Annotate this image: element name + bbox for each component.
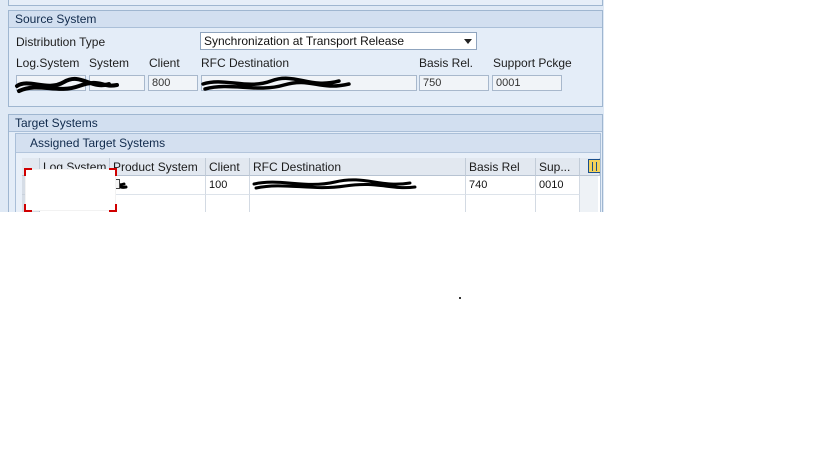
assigned-target-systems-title: Assigned Target Systems xyxy=(16,134,600,153)
empty-cell[interactable] xyxy=(536,195,580,212)
vertical-scrollbar[interactable] xyxy=(580,176,598,212)
column-header-rfc-destination[interactable]: RFC Destination xyxy=(250,158,466,176)
focus-corner xyxy=(24,168,32,176)
column-header-support[interactable]: Sup... xyxy=(536,158,580,176)
support-pckge-field[interactable]: 0001 xyxy=(492,75,562,91)
focus-corner xyxy=(109,168,117,176)
client-field[interactable]: 800 xyxy=(148,75,198,91)
client-label: Client xyxy=(149,56,180,70)
focused-cell-overlay[interactable] xyxy=(24,168,117,212)
cell-rfc-destination[interactable] xyxy=(250,176,466,195)
system-label: System xyxy=(89,56,130,70)
chevron-down-icon[interactable] xyxy=(464,39,472,44)
basis-rel-field[interactable]: 750 xyxy=(419,75,489,91)
distribution-type-select[interactable]: Synchronization at Transport Release xyxy=(200,32,477,50)
source-system-group: Source System Distribution Type Synchron… xyxy=(8,10,603,107)
cell-product-system[interactable]: 7 xyxy=(110,176,206,195)
rfc-destination-field[interactable] xyxy=(201,75,417,91)
empty-cell[interactable] xyxy=(110,195,206,212)
focus-corner xyxy=(24,204,32,212)
support-pckge-label: Support Pckge xyxy=(493,56,572,70)
column-settings-icon[interactable] xyxy=(588,159,600,173)
empty-cell[interactable] xyxy=(466,195,536,212)
focus-corner xyxy=(109,204,117,212)
basis-rel-label: Basis Rel. xyxy=(419,56,474,70)
distribution-type-value: Synchronization at Transport Release xyxy=(204,34,405,48)
column-header-client[interactable]: Client xyxy=(206,158,250,176)
column-header-basis-rel[interactable]: Basis Rel xyxy=(466,158,536,176)
cell-basis-rel[interactable]: 740 xyxy=(466,176,536,195)
source-system-title: Source System xyxy=(9,11,602,28)
column-header-product-system[interactable]: Product System xyxy=(110,158,206,176)
previous-section-edge xyxy=(8,0,603,6)
log-system-field[interactable] xyxy=(16,75,86,91)
system-field[interactable] xyxy=(89,75,145,91)
distribution-type-label: Distribution Type xyxy=(16,35,106,49)
stray-dot xyxy=(459,297,461,299)
target-systems-title: Target Systems xyxy=(9,115,602,132)
log-system-label: Log.System xyxy=(16,56,80,70)
empty-cell[interactable] xyxy=(250,195,466,212)
empty-cell[interactable] xyxy=(206,195,250,212)
rfc-destination-label: RFC Destination xyxy=(201,56,290,70)
cell-client[interactable]: 100 xyxy=(206,176,250,195)
cell-support[interactable]: 0010 xyxy=(536,176,580,195)
